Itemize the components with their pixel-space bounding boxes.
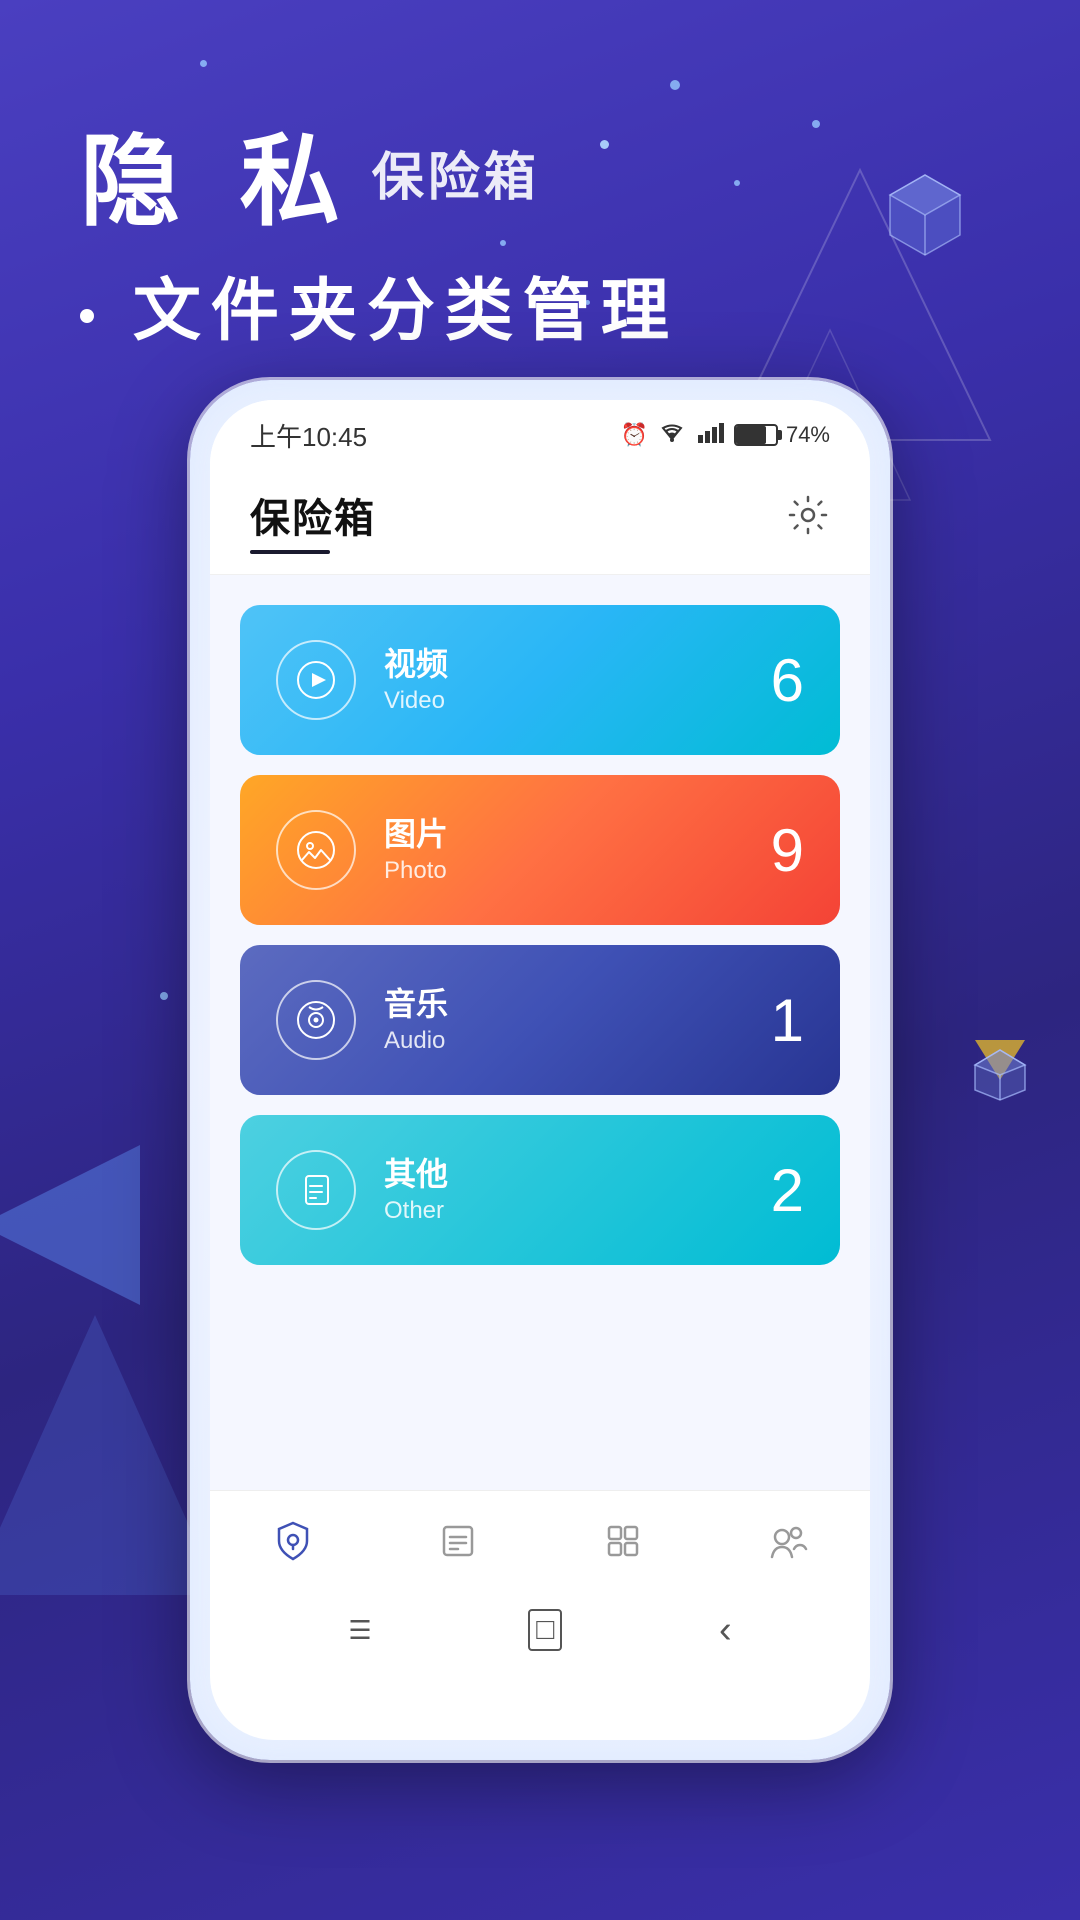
video-count: 6 <box>771 646 804 715</box>
star-dot <box>200 60 207 67</box>
other-count: 2 <box>771 1156 804 1225</box>
bullet-point <box>80 309 94 323</box>
content-area: 视频 Video 6 <box>210 575 870 1490</box>
audio-label-en: Audio <box>384 1027 771 1055</box>
status-bar: 上午10:45 ⏰ <box>210 400 870 470</box>
app-title-wrap: 保险箱 <box>250 486 376 554</box>
wifi-icon <box>658 421 686 449</box>
nav-back-button[interactable]: ‹ <box>719 1609 732 1652</box>
signal-icon <box>696 421 724 449</box>
bottom-nav <box>210 1490 870 1590</box>
title-line1: 隐 私 保险箱 <box>80 100 679 245</box>
nav-item-apps[interactable] <box>581 1509 665 1573</box>
nav-home-button[interactable]: □ <box>528 1609 562 1651</box>
title-chinese-small: 保险箱 <box>372 135 540 210</box>
settings-button[interactable] <box>786 493 830 547</box>
cube-decoration-small <box>970 1045 1030 1110</box>
category-card-photo[interactable]: 图片 Photo 9 <box>240 775 840 925</box>
category-card-video[interactable]: 视频 Video 6 <box>240 605 840 755</box>
video-icon-circle <box>276 640 356 720</box>
nav-menu-button[interactable]: ☰ <box>348 1615 371 1646</box>
status-time: 上午10:45 <box>250 417 367 454</box>
video-label-cn: 视频 <box>384 645 771 683</box>
photo-label-en: Photo <box>384 857 771 885</box>
alarm-icon: ⏰ <box>621 422 648 448</box>
battery-icon: 74% <box>734 422 830 448</box>
other-labels: 其他 Other <box>384 1155 771 1225</box>
app-title-underline <box>250 550 330 554</box>
star-dot <box>670 80 680 90</box>
nav-item-files[interactable] <box>416 1509 500 1573</box>
audio-labels: 音乐 Audio <box>384 985 771 1055</box>
title-line2: 文件夹分类管理 <box>80 255 679 354</box>
audio-label-cn: 音乐 <box>384 985 771 1023</box>
audio-count: 1 <box>771 986 804 1055</box>
star-dot <box>734 180 740 186</box>
cube-decoration-top <box>880 170 970 265</box>
screen-content: 上午10:45 ⏰ <box>210 400 870 1670</box>
phone-screen: 上午10:45 ⏰ <box>210 400 870 1740</box>
other-icon-circle <box>276 1150 356 1230</box>
status-icons: ⏰ <box>621 421 830 449</box>
photo-icon-circle <box>276 810 356 890</box>
category-card-other[interactable]: 其他 Other 2 <box>240 1115 840 1265</box>
photo-label-cn: 图片 <box>384 815 771 853</box>
photo-labels: 图片 Photo <box>384 815 771 885</box>
triangle-blue-bottom <box>0 1315 220 1620</box>
video-label-en: Video <box>384 687 771 715</box>
system-nav: ☰ □ ‹ <box>210 1590 870 1670</box>
video-labels: 视频 Video <box>384 645 771 715</box>
header-section: 隐 私 保险箱 文件夹分类管理 <box>80 100 679 354</box>
star-dot <box>160 992 168 1000</box>
nav-item-social[interactable] <box>746 1509 830 1573</box>
title-chinese-big: 隐 私 <box>80 100 356 245</box>
app-title: 保险箱 <box>250 486 376 544</box>
audio-icon-circle <box>276 980 356 1060</box>
photo-count: 9 <box>771 816 804 885</box>
category-card-audio[interactable]: 音乐 Audio 1 <box>240 945 840 1095</box>
app-bar: 保险箱 <box>210 470 870 575</box>
nav-item-safe[interactable] <box>251 1509 335 1573</box>
phone-mockup: 上午10:45 ⏰ <box>190 380 890 1760</box>
triangle-yellow-small <box>975 1035 1025 1090</box>
star-dot <box>812 120 820 128</box>
other-label-cn: 其他 <box>384 1155 771 1193</box>
other-label-en: Other <box>384 1197 771 1225</box>
content-spacer <box>240 1285 840 1460</box>
triangle-blue-left <box>0 1135 140 1320</box>
phone-shell: 上午10:45 ⏰ <box>190 380 890 1760</box>
